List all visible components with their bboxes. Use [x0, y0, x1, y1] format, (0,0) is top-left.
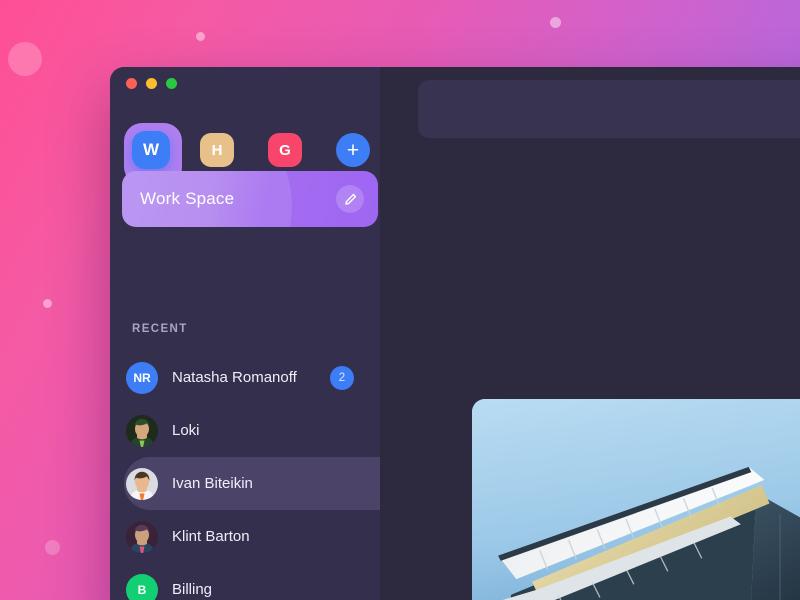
background-dot [43, 299, 52, 308]
list-item[interactable]: Loki [110, 404, 380, 457]
main-panel: Iva Fr [380, 67, 800, 600]
traffic-light-close[interactable] [126, 78, 137, 89]
workspace-banner[interactable]: Work Space [122, 171, 378, 227]
background-dot [8, 42, 42, 76]
list-item-label: Ivan Biteikin [172, 475, 253, 492]
workspace-icon-w[interactable]: W [132, 131, 170, 169]
photo-attachment-card[interactable] [472, 399, 800, 600]
add-workspace-button[interactable]: + [336, 133, 370, 167]
avatar: B [126, 573, 158, 600]
traffic-light-maximize[interactable] [166, 78, 177, 89]
list-item[interactable]: Klint Barton [110, 510, 380, 563]
list-item[interactable]: B Billing [110, 563, 380, 600]
background-dot [45, 540, 60, 555]
status-badge: 2 [330, 365, 354, 390]
workspace-edit-button[interactable] [336, 185, 364, 213]
avatar [126, 414, 158, 447]
list-item[interactable]: NR Natasha Romanoff 2 [110, 351, 380, 404]
recent-section-label: RECENT [132, 323, 188, 335]
traffic-light-minimize[interactable] [146, 78, 157, 89]
building-photo [472, 399, 800, 600]
list-item-label: Klint Barton [172, 528, 250, 545]
app-window: W H G + Work Space RECENT NR Natasha Romanof… [110, 67, 800, 600]
list-item-label: Loki [172, 422, 200, 439]
list-item-label: Natasha Romanoff [172, 369, 297, 386]
avatar [126, 520, 158, 553]
workspace-icon-h[interactable]: H [200, 133, 234, 167]
window-traffic-lights [126, 78, 177, 89]
avatar: NR [126, 361, 158, 394]
workspace-switcher: W H G + [110, 123, 380, 207]
recent-contacts-list: NR Natasha Romanoff 2 Loki Ivan Biteikin Klin… [110, 351, 394, 600]
pencil-icon [344, 193, 356, 205]
background-dot [550, 17, 561, 28]
workspace-icon-g[interactable]: G [268, 133, 302, 167]
list-item[interactable]: Ivan Biteikin [124, 457, 394, 510]
app-background: W H G + Work Space RECENT NR Natasha Romanof… [0, 0, 800, 600]
list-item-label: Billing [172, 581, 213, 598]
sidebar: W H G + Work Space RECENT NR Natasha Romanof… [110, 67, 394, 600]
avatar [126, 467, 158, 500]
background-dot [196, 32, 205, 41]
workspace-name-label: Work Space [140, 189, 235, 208]
main-header-bar: Iva [418, 80, 800, 138]
